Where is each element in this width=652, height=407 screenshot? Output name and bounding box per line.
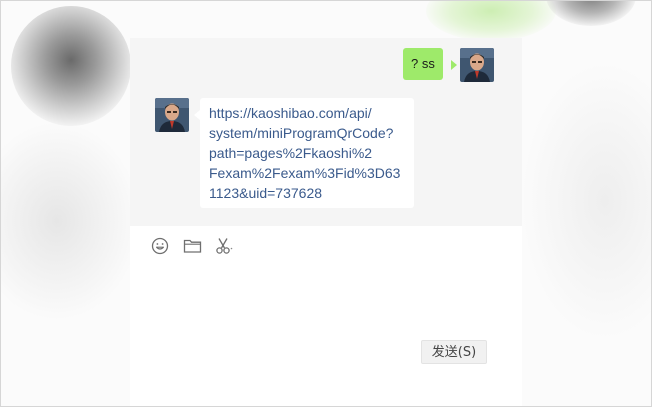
emoji-icon[interactable] [150,236,170,256]
blurred-background-shape [521,61,651,341]
send-button[interactable]: 发送(S) [421,340,487,364]
message-bubble-contact[interactable]: https://kaoshibao.com/api/ system/miniPr… [200,98,414,208]
bubble-tail [451,60,457,70]
avatar-contact[interactable] [155,98,189,132]
avatar-self[interactable] [460,48,494,82]
screenshot-scissors-icon[interactable] [214,236,234,256]
message-link[interactable]: https://kaoshibao.com/api/ system/miniPr… [209,103,400,203]
blurred-background-shape [546,1,636,26]
blurred-background-shape [11,6,131,126]
message-bubble-self[interactable]: ? ss [403,48,443,80]
blurred-background-shape [426,1,556,41]
blurred-background-shape [1,121,141,321]
message-text: ? ss [411,56,435,71]
folder-icon[interactable] [182,236,202,256]
